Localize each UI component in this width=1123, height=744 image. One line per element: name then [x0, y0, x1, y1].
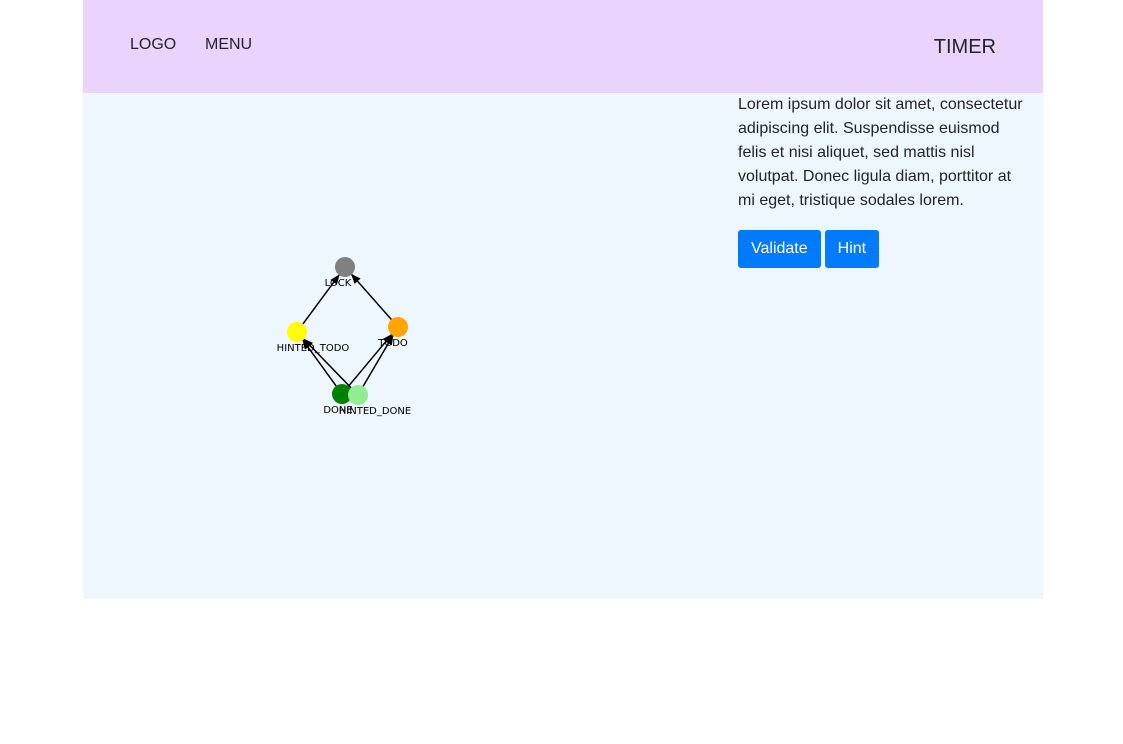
button-row: Validate Hint — [738, 230, 1030, 268]
navbar: LOGO MENU TIMER — [83, 0, 1043, 93]
graph-node-hinted-done[interactable] — [348, 385, 368, 405]
graph-node-hinted-todo[interactable] — [287, 322, 307, 342]
graph-node-label-lock: LOCK — [325, 278, 352, 289]
graph-node-label-hinted-todo: HINTED_TODO — [277, 343, 350, 354]
validate-button[interactable]: Validate — [738, 230, 821, 268]
graph-node-todo[interactable] — [388, 317, 408, 337]
graph-node-label-hinted-done: HINTED_DONE — [339, 406, 411, 417]
side-panel: Lorem ipsum dolor sit amet, consectetur … — [738, 93, 1030, 268]
hint-button[interactable]: Hint — [824, 230, 880, 268]
graph-node-lock[interactable] — [335, 257, 355, 277]
app-container: LOGO MENU TIMER LOCK HINTED_TODO TODO DONE H… — [83, 0, 1043, 599]
menu-link[interactable]: MENU — [205, 36, 252, 54]
logo-link[interactable]: LOGO — [130, 36, 176, 54]
timer: TIMER — [933, 36, 996, 58]
graph-edge-todo-to-lock — [350, 273, 392, 321]
description-text: Lorem ipsum dolor sit amet, consectetur … — [738, 96, 1023, 209]
state-graph-canvas: LOCKHINTED_TODO TODODONEHINTED_DONE — [277, 257, 411, 417]
graph-node-label-todo: TODO — [377, 338, 408, 349]
state-graph: LOCK HINTED_TODO TODO DONE HINTED_DONE — [83, 93, 723, 599]
